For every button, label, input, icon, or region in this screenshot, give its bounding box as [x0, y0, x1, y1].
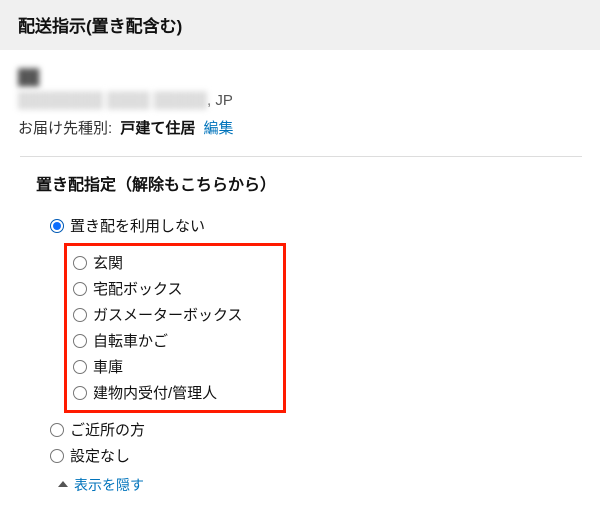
delivery-type-label: お届け先種別: — [18, 120, 112, 137]
okihai-option-label: 建物内受付/管理人 — [93, 382, 217, 403]
okihai-option-gas-meter[interactable]: ガスメーターボックス — [73, 302, 277, 328]
collapse-link[interactable]: 表示を隠す — [58, 475, 572, 495]
okihai-option-none-set[interactable]: 設定なし — [50, 443, 572, 469]
okihai-options: 置き配を利用しない 玄関 宅配ボックス ガスメーターボックス — [50, 213, 572, 469]
address-block: ██ ████████ ████ █████, JP お届け先種別: 戸建て住居… — [18, 66, 582, 140]
okihai-option-neighbor[interactable]: ご近所の方 — [50, 417, 572, 443]
radio-icon — [73, 308, 87, 322]
radio-icon — [73, 256, 87, 270]
okihai-option-label: 車庫 — [93, 356, 123, 377]
okihai-option-bike-basket[interactable]: 自転車かご — [73, 328, 277, 354]
okihai-option-none[interactable]: 置き配を利用しない — [50, 213, 572, 239]
radio-icon — [73, 360, 87, 374]
radio-icon — [73, 386, 87, 400]
okihai-option-entrance[interactable]: 玄関 — [73, 250, 277, 276]
radio-icon — [73, 334, 87, 348]
okihai-option-label: 玄関 — [93, 252, 123, 273]
address-country: , JP — [207, 92, 233, 109]
radio-icon — [50, 219, 64, 233]
okihai-option-delivery-box[interactable]: 宅配ボックス — [73, 276, 277, 302]
collapse-label: 表示を隠す — [74, 475, 144, 495]
okihai-option-label: 設定なし — [70, 445, 130, 466]
okihai-section-title: 置き配指定（解除もこちらから） — [36, 171, 572, 195]
highlighted-options-box: 玄関 宅配ボックス ガスメーターボックス 自転車かご 車庫 — [64, 243, 286, 413]
okihai-section: 置き配指定（解除もこちらから） 置き配を利用しない 玄関 宅配ボックス — [20, 156, 582, 503]
radio-icon — [50, 423, 64, 437]
radio-icon — [50, 449, 64, 463]
page-title: 配送指示(置き配含む) — [18, 17, 182, 36]
okihai-option-label: 宅配ボックス — [93, 278, 183, 299]
okihai-option-building-reception[interactable]: 建物内受付/管理人 — [73, 380, 277, 406]
address-redacted: ████████ ████ █████ — [18, 92, 207, 109]
delivery-type-line: お届け先種別: 戸建て住居 編集 — [18, 117, 582, 140]
address-name-redacted: ██ — [18, 66, 582, 89]
okihai-option-label: ガスメーターボックス — [93, 304, 243, 325]
okihai-option-label: 置き配を利用しない — [70, 215, 205, 236]
address-line: ████████ ████ █████, JP — [18, 89, 582, 112]
okihai-option-garage[interactable]: 車庫 — [73, 354, 277, 380]
edit-address-link[interactable]: 編集 — [204, 120, 234, 137]
page-title-bar: 配送指示(置き配含む) — [0, 0, 600, 50]
radio-icon — [73, 282, 87, 296]
chevron-up-icon — [58, 481, 68, 487]
content-area: ██ ████████ ████ █████, JP お届け先種別: 戸建て住居… — [0, 50, 600, 503]
delivery-type-value: 戸建て住居 — [120, 120, 195, 137]
okihai-option-label: ご近所の方 — [70, 419, 145, 440]
okihai-option-label: 自転車かご — [93, 330, 168, 351]
